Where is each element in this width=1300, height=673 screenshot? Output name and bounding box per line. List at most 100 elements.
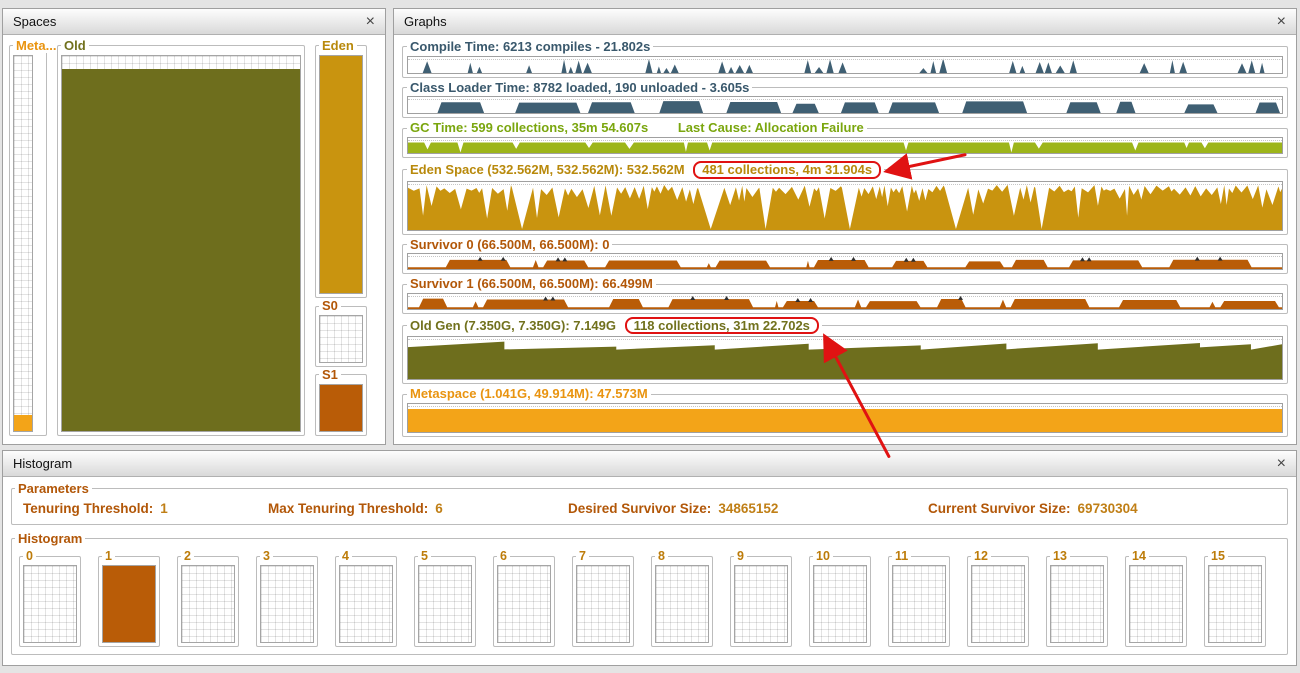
histogram-bin-box — [181, 565, 235, 644]
histogram-bin-label: 15 — [1211, 549, 1225, 564]
eden-column-label: Eden — [322, 38, 354, 53]
histogram-panel: Histogram × Parameters Tenuring Threshol… — [2, 450, 1297, 666]
histogram-bin-15: 15 — [1204, 549, 1266, 648]
histogram-bin-1: 1 — [98, 549, 160, 648]
histogram-bin-box — [1050, 565, 1104, 644]
histogram-bin-label: 4 — [342, 549, 349, 564]
survivor0-column-box — [319, 314, 363, 364]
param-current-survivor-size: Current Survivor Size: 69730304 — [928, 500, 1138, 516]
histogram-bin-8: 8 — [651, 550, 713, 648]
graphs-title: Graphs — [404, 14, 447, 29]
histogram-bin-box — [497, 565, 551, 644]
graph-class-loader-label: Class Loader Time: 8782 loaded, 190 unlo… — [410, 79, 750, 95]
param-max-tenuring-threshold: Max Tenuring Threshold: 6 — [268, 500, 443, 516]
graph-compile-time-legend: Compile Time: 6213 compiles - 21.802s — [407, 40, 653, 54]
graph-survivor1-legend: Survivor 1 (66.500M, 66.500M): 66.499M — [407, 277, 656, 291]
old-column: Old — [57, 39, 305, 436]
graph-metaspace-legend: Metaspace (1.041G, 49.914M): 47.573M — [407, 387, 651, 401]
metaspace-column-fill — [14, 415, 32, 431]
histogram-bin-6: 6 — [493, 549, 555, 648]
histogram-bin-box — [734, 565, 788, 644]
parameters-group-label: Parameters — [18, 481, 89, 496]
histogram-bin-label: 5 — [421, 549, 428, 564]
histogram-bin-3: 3 — [256, 549, 318, 648]
spaces-titlebar[interactable]: Spaces × — [3, 9, 385, 35]
histogram-bin-box — [971, 565, 1025, 644]
survivor1-column-box — [319, 383, 363, 433]
survivor1-column: S1 — [315, 367, 367, 437]
histogram-titlebar[interactable]: Histogram × — [3, 451, 1296, 477]
histogram-bin-label: 1 — [105, 549, 112, 564]
histogram-bin-10: 10 — [809, 549, 871, 648]
histogram-bin-label: 7 — [579, 549, 586, 564]
spaces-close-icon[interactable]: × — [366, 13, 375, 30]
metaspace-column-box — [13, 54, 33, 432]
metaspace-column: Meta... — [9, 39, 56, 436]
graphs-titlebar[interactable]: Graphs × — [394, 9, 1296, 35]
graph-survivor1: Survivor 1 (66.500M, 66.500M): 66.499M — [402, 277, 1288, 314]
histogram-body: Parameters Tenuring Threshold: 1 Max Tenu… — [3, 477, 1296, 665]
histogram-bin-box — [23, 565, 77, 644]
survivor0-column-label: S0 — [322, 298, 338, 314]
histogram-bin-box — [102, 565, 156, 644]
histogram-bin-label: 13 — [1053, 549, 1067, 564]
graph-eden-label: Eden Space (532.562M, 532.562M): 532.562… — [410, 161, 685, 177]
histogram-bin-label: 11 — [895, 549, 909, 564]
histogram-bin-box — [892, 565, 946, 644]
histogram-bin-label: 0 — [26, 549, 33, 564]
spaces-title: Spaces — [13, 14, 57, 29]
histogram-bin-box — [339, 565, 393, 644]
histogram-bin-box — [1129, 565, 1183, 644]
graph-compile-time-label: Compile Time: 6213 compiles - 21.802s — [410, 39, 651, 54]
histogram-bin-14: 14 — [1125, 549, 1187, 648]
param-tenuring-threshold: Tenuring Threshold: 1 — [23, 500, 168, 516]
graphs-panel: Graphs × Compile Time: 6213 compiles - 2… — [393, 8, 1297, 445]
oldgen-collections-annotation: 118 collections, 31m 22.702s — [624, 316, 819, 335]
histogram-bin-label: 10 — [816, 549, 830, 564]
histogram-bin-box — [418, 565, 472, 644]
histogram-bin-label: 12 — [974, 549, 988, 564]
histogram-bin-11: 11 — [888, 549, 950, 648]
graph-metaspace: Metaspace (1.041G, 49.914M): 47.573M — [402, 387, 1288, 438]
histogram-bin-label: 14 — [1132, 549, 1146, 564]
graph-old-gen-label: Old Gen (7.350G, 7.350G): 7.149G — [410, 317, 616, 333]
spaces-panel: Spaces × Meta... Old Eden S0 S1 — [2, 8, 386, 445]
metaspace-column-label: Meta... — [16, 38, 57, 53]
histogram-bin-label: 9 — [737, 549, 744, 564]
graph-survivor0-legend: Survivor 0 (66.500M, 66.500M): 0 — [407, 236, 612, 252]
histogram-group-label: Histogram — [18, 530, 83, 546]
graph-survivor1-chart — [407, 292, 1283, 310]
survivor1-column-label: S1 — [322, 367, 338, 383]
parameters-row: Tenuring Threshold: 1 Max Tenuring Thresh… — [15, 498, 1284, 521]
graphs-body: Compile Time: 6213 compiles - 21.802s Cl… — [394, 35, 1296, 444]
histogram-bin-label: 6 — [500, 549, 507, 564]
graph-old-gen-chart — [407, 336, 1283, 381]
eden-collections-annotation: 481 collections, 4m 31.904s — [693, 160, 882, 179]
graph-class-loader-time: Class Loader Time: 8782 loaded, 190 unlo… — [402, 79, 1288, 119]
graph-eden-legend: Eden Space (532.562M, 532.562M): 532.562… — [407, 160, 884, 179]
histogram-bin-box — [813, 565, 867, 644]
graph-eden-space: Eden Space (532.562M, 532.562M): 532.562… — [402, 160, 1288, 235]
histogram-bin-4: 4 — [335, 549, 397, 648]
graphs-close-icon[interactable]: × — [1277, 13, 1286, 30]
histogram-bin-9: 9 — [730, 549, 792, 648]
graph-compile-time-chart — [407, 55, 1283, 74]
graph-gc-time-chart — [407, 136, 1283, 154]
spaces-body: Meta... Old Eden S0 S1 — [3, 35, 385, 444]
histogram-bins: 0 1 2 3 4 5 6 7 8 9 10 11 12 13 14 15 — [15, 547, 1284, 651]
histogram-bin-5: 5 — [414, 549, 476, 648]
graph-metaspace-chart — [407, 403, 1283, 434]
histogram-bin-13: 13 — [1046, 549, 1108, 648]
histogram-close-icon[interactable]: × — [1277, 455, 1286, 472]
graph-survivor0-label: Survivor 0 (66.500M, 66.500M): 0 — [410, 236, 610, 252]
histogram-group: Histogram 0 1 2 3 4 5 6 7 8 9 10 11 12 13 14 15 — [11, 530, 1288, 656]
graph-survivor0: Survivor 0 (66.500M, 66.500M): 0 — [402, 236, 1288, 275]
histogram-bin-2: 2 — [177, 549, 239, 648]
graph-eden-chart — [407, 180, 1283, 231]
eden-column: Eden — [315, 38, 367, 299]
histogram-bin-label: 2 — [184, 549, 191, 564]
graph-old-gen: Old Gen (7.350G, 7.350G): 7.149G 118 col… — [402, 316, 1288, 385]
graph-gc-time-legend: GC Time: 599 collections, 35m 54.607s La… — [407, 121, 867, 135]
histogram-bin-label: 3 — [263, 549, 270, 564]
graph-class-loader-chart — [407, 96, 1283, 115]
